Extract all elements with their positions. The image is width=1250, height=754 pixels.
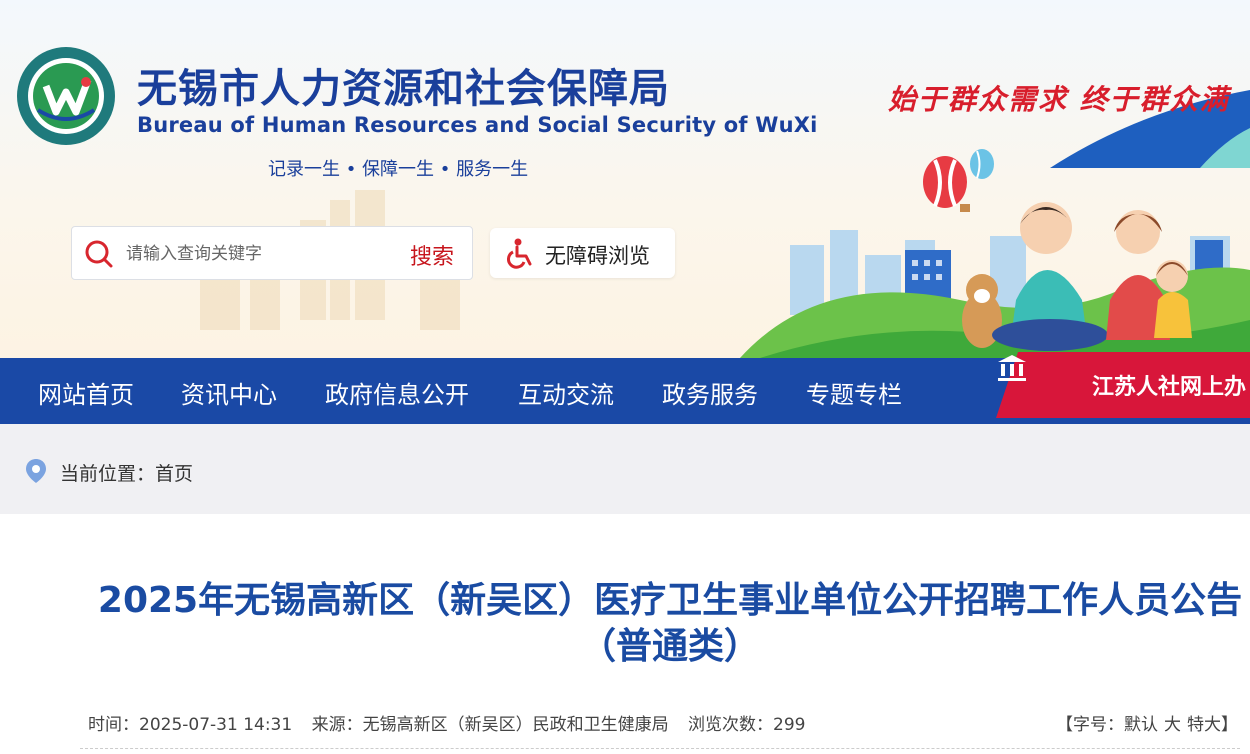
service-slogan: 始于群众需求 终于群众满: [888, 83, 1230, 116]
breadcrumb-home-link[interactable]: 首页: [155, 463, 193, 485]
font-size-switcher: 【字号：默认大特大】: [1056, 710, 1238, 735]
font-size-xlarge[interactable]: 特大: [1187, 715, 1221, 735]
wheelchair-icon: [507, 238, 532, 269]
search-input[interactable]: [126, 240, 396, 268]
publish-time-value: 2025-07-31 14:31: [139, 715, 293, 735]
nav-item-topics[interactable]: 专题专栏: [806, 375, 902, 410]
article-title: 2025年无锡高新区（新吴区）医疗卫生事业单位公开招聘工作人员公告 （普通类）: [90, 578, 1250, 670]
site-tagline: 记录一生 • 保障一生 • 服务一生: [268, 159, 529, 180]
font-size-default[interactable]: 默认: [1124, 715, 1158, 735]
views-value: 299: [773, 715, 806, 735]
source-value: 无锡高新区（新吴区）民政和卫生健康局: [362, 715, 669, 735]
article-source: 来源：无锡高新区（新吴区）民政和卫生健康局: [312, 715, 669, 735]
nav-item-services[interactable]: 政务服务: [662, 375, 758, 410]
source-label: 来源：: [311, 715, 363, 735]
breadcrumb: 当前位置：首页: [0, 424, 1250, 514]
search-button[interactable]: 搜索: [410, 239, 454, 271]
site-header: 无锡市人力资源和社会保障局 Bureau of Human Resources …: [0, 0, 1250, 358]
article-title-line1: 2025年无锡高新区（新吴区）医疗卫生事业单位公开招聘工作人员公告: [97, 580, 1243, 621]
article-title-line2: （普通类）: [579, 626, 760, 667]
accessibility-label: 无障碍浏览: [545, 244, 650, 268]
cta-label: 江苏人社网上办: [1092, 375, 1247, 400]
breadcrumb-path: 当前位置：首页: [60, 459, 193, 486]
location-pin-icon: [26, 459, 46, 483]
government-building-icon: [998, 355, 1026, 381]
nav-item-gov-info[interactable]: 政府信息公开: [325, 375, 469, 410]
font-size-close: 】: [1221, 715, 1238, 735]
accessibility-button[interactable]: 无障碍浏览: [490, 228, 675, 278]
search-icon: [85, 240, 113, 268]
publish-time: 时间：2025-07-31 14:31: [88, 715, 292, 735]
header-illustration: [200, 90, 1250, 358]
site-title: 无锡市人力资源和社会保障局: [137, 66, 670, 112]
breadcrumb-label: 当前位置：: [60, 463, 156, 485]
views-label: 浏览次数：: [688, 715, 774, 735]
article-meta: 时间：2025-07-31 14:31 来源：无锡高新区（新吴区）民政和卫生健康…: [88, 710, 819, 735]
meta-divider: [80, 748, 1240, 749]
font-size-label: 【字号：: [1056, 715, 1124, 735]
bureau-logo: [17, 47, 115, 145]
search-box: 搜索: [71, 226, 473, 280]
view-count: 浏览次数：299: [688, 715, 805, 735]
jiangsu-online-service-button[interactable]: 江苏人社网上办: [996, 352, 1250, 418]
publish-time-label: 时间：: [88, 715, 139, 735]
nav-item-interaction[interactable]: 互动交流: [518, 375, 614, 410]
nav-item-home[interactable]: 网站首页: [38, 375, 134, 410]
nav-item-news[interactable]: 资讯中心: [181, 375, 277, 410]
site-subtitle-en: Bureau of Human Resources and Social Sec…: [137, 113, 818, 137]
font-size-large[interactable]: 大: [1164, 715, 1181, 735]
